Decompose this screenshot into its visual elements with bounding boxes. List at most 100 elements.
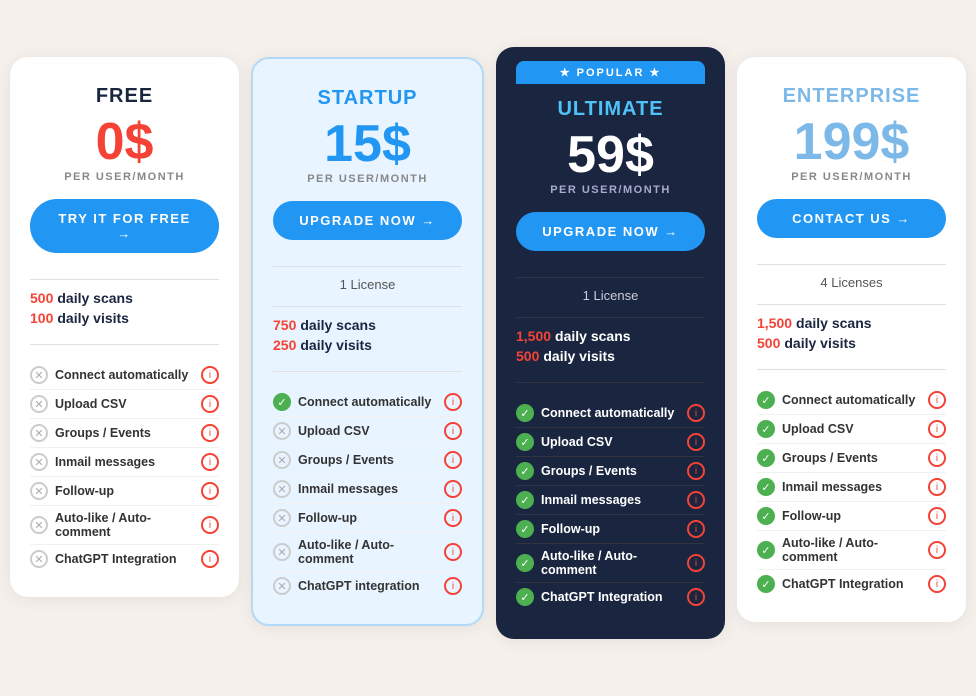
check-icon-ultimate-6: ✓: [516, 588, 534, 606]
info-icon-ultimate-3[interactable]: i: [687, 491, 705, 509]
per-user-startup: PER USER/MONTH: [307, 173, 428, 185]
feature-name-free-5: Auto-like / Auto-comment: [55, 511, 201, 539]
x-icon-startup-2: ✕: [273, 451, 291, 469]
info-icon-enterprise-3[interactable]: i: [928, 478, 946, 496]
x-icon-startup-5: ✕: [273, 543, 291, 561]
feature-name-free-2: Groups / Events: [55, 426, 151, 440]
info-icon-ultimate-1[interactable]: i: [687, 433, 705, 451]
feature-left-free-3: ✕Inmail messages: [30, 453, 201, 471]
info-icon-ultimate-2[interactable]: i: [687, 462, 705, 480]
feature-name-startup-0: Connect automatically: [298, 395, 431, 409]
info-icon-ultimate-5[interactable]: i: [687, 554, 705, 572]
check-icon-ultimate-5: ✓: [516, 554, 534, 572]
info-icon-enterprise-6[interactable]: i: [928, 575, 946, 593]
feature-name-free-0: Connect automatically: [55, 368, 188, 382]
plan-name-startup: STARTUP: [318, 87, 418, 110]
feature-list-ultimate: ✓Connect automaticallyi✓Upload CSVi✓Grou…: [516, 399, 705, 611]
feature-item-ultimate-5: ✓Auto-like / Auto-commenti: [516, 544, 705, 583]
daily-scans-startup: 750 daily scans: [273, 317, 462, 333]
info-icon-free-4[interactable]: i: [201, 482, 219, 500]
info-icon-startup-1[interactable]: i: [444, 422, 462, 440]
feature-left-ultimate-6: ✓ChatGPT Integration: [516, 588, 687, 606]
feature-name-free-3: Inmail messages: [55, 455, 155, 469]
info-icon-enterprise-5[interactable]: i: [928, 541, 946, 559]
feature-left-ultimate-0: ✓Connect automatically: [516, 404, 687, 422]
check-icon-ultimate-0: ✓: [516, 404, 534, 422]
info-icon-free-3[interactable]: i: [201, 453, 219, 471]
feature-left-ultimate-3: ✓Inmail messages: [516, 491, 687, 509]
daily-visits-ultimate: 500 daily visits: [516, 348, 705, 364]
plan-price-ultimate: 59$: [567, 127, 654, 184]
check-icon-enterprise-0: ✓: [757, 391, 775, 409]
x-icon-free-4: ✕: [30, 482, 48, 500]
feature-left-enterprise-2: ✓Groups / Events: [757, 449, 928, 467]
feature-left-startup-4: ✕Follow-up: [273, 509, 444, 527]
scans-visits-free: 500 daily scans100 daily visits: [30, 290, 219, 330]
info-icon-enterprise-4[interactable]: i: [928, 507, 946, 525]
info-icon-startup-3[interactable]: i: [444, 480, 462, 498]
info-icon-free-5[interactable]: i: [201, 516, 219, 534]
info-icon-free-2[interactable]: i: [201, 424, 219, 442]
daily-scans-enterprise: 1,500 daily scans: [757, 315, 946, 331]
feature-item-enterprise-4: ✓Follow-upi: [757, 502, 946, 531]
info-icon-startup-6[interactable]: i: [444, 577, 462, 595]
feature-left-free-5: ✕Auto-like / Auto-comment: [30, 511, 201, 539]
feature-left-enterprise-3: ✓Inmail messages: [757, 478, 928, 496]
info-icon-free-1[interactable]: i: [201, 395, 219, 413]
info-icon-ultimate-6[interactable]: i: [687, 588, 705, 606]
info-icon-enterprise-1[interactable]: i: [928, 420, 946, 438]
info-icon-enterprise-2[interactable]: i: [928, 449, 946, 467]
cta-button-enterprise[interactable]: CONTACT US →: [757, 199, 946, 238]
divider3-ultimate: [516, 382, 705, 383]
feature-name-startup-2: Groups / Events: [298, 453, 394, 467]
info-icon-startup-5[interactable]: i: [444, 543, 462, 561]
info-icon-free-0[interactable]: i: [201, 366, 219, 384]
info-icon-ultimate-4[interactable]: i: [687, 520, 705, 538]
divider3-free: [30, 344, 219, 345]
feature-item-startup-4: ✕Follow-upi: [273, 504, 462, 533]
per-user-enterprise: PER USER/MONTH: [791, 171, 912, 183]
check-icon-enterprise-5: ✓: [757, 541, 775, 559]
x-icon-free-0: ✕: [30, 366, 48, 384]
info-icon-enterprise-0[interactable]: i: [928, 391, 946, 409]
feature-left-startup-5: ✕Auto-like / Auto-comment: [273, 538, 444, 566]
feature-name-enterprise-5: Auto-like / Auto-comment: [782, 536, 928, 564]
cta-button-free[interactable]: TRY IT FOR FREE →: [30, 199, 219, 253]
feature-name-free-1: Upload CSV: [55, 397, 127, 411]
feature-item-ultimate-0: ✓Connect automaticallyi: [516, 399, 705, 428]
info-icon-free-6[interactable]: i: [201, 550, 219, 568]
feature-item-startup-3: ✕Inmail messagesi: [273, 475, 462, 504]
feature-item-free-6: ✕ChatGPT Integrationi: [30, 545, 219, 573]
info-icon-ultimate-0[interactable]: i: [687, 404, 705, 422]
divider2-enterprise: [757, 304, 946, 305]
info-icon-startup-4[interactable]: i: [444, 509, 462, 527]
cta-button-ultimate[interactable]: UPGRADE NOW →: [516, 212, 705, 251]
feature-item-enterprise-1: ✓Upload CSVi: [757, 415, 946, 444]
feature-left-startup-1: ✕Upload CSV: [273, 422, 444, 440]
divider-startup: [273, 266, 462, 267]
info-icon-startup-0[interactable]: i: [444, 393, 462, 411]
feature-left-free-0: ✕ Connect automatically: [30, 366, 201, 384]
feature-left-enterprise-6: ✓ChatGPT Integration: [757, 575, 928, 593]
info-icon-startup-2[interactable]: i: [444, 451, 462, 469]
popular-badge: ★ POPULAR ★: [516, 61, 705, 84]
scans-visits-enterprise: 1,500 daily scans500 daily visits: [757, 315, 946, 355]
x-icon-free-1: ✕: [30, 395, 48, 413]
license-startup: 1 License: [340, 277, 396, 292]
feature-left-ultimate-4: ✓Follow-up: [516, 520, 687, 538]
feature-left-free-2: ✕ Groups / Events: [30, 424, 201, 442]
x-icon-free-6: ✕: [30, 550, 48, 568]
x-icon-free-2: ✕: [30, 424, 48, 442]
check-icon-ultimate-3: ✓: [516, 491, 534, 509]
x-icon-startup-6: ✕: [273, 577, 291, 595]
divider2-ultimate: [516, 317, 705, 318]
feature-name-ultimate-4: Follow-up: [541, 522, 600, 536]
plan-card-free: FREE0$PER USER/MONTHTRY IT FOR FREE →500…: [10, 57, 239, 597]
feature-item-free-2: ✕ Groups / Events i: [30, 419, 219, 448]
pricing-container: FREE0$PER USER/MONTHTRY IT FOR FREE →500…: [10, 57, 966, 639]
plan-name-ultimate: ULTIMATE: [557, 98, 663, 121]
feature-name-enterprise-0: Connect automatically: [782, 393, 915, 407]
scans-visits-startup: 750 daily scans250 daily visits: [273, 317, 462, 357]
feature-name-startup-1: Upload CSV: [298, 424, 370, 438]
cta-button-startup[interactable]: UPGRADE NOW →: [273, 201, 462, 240]
